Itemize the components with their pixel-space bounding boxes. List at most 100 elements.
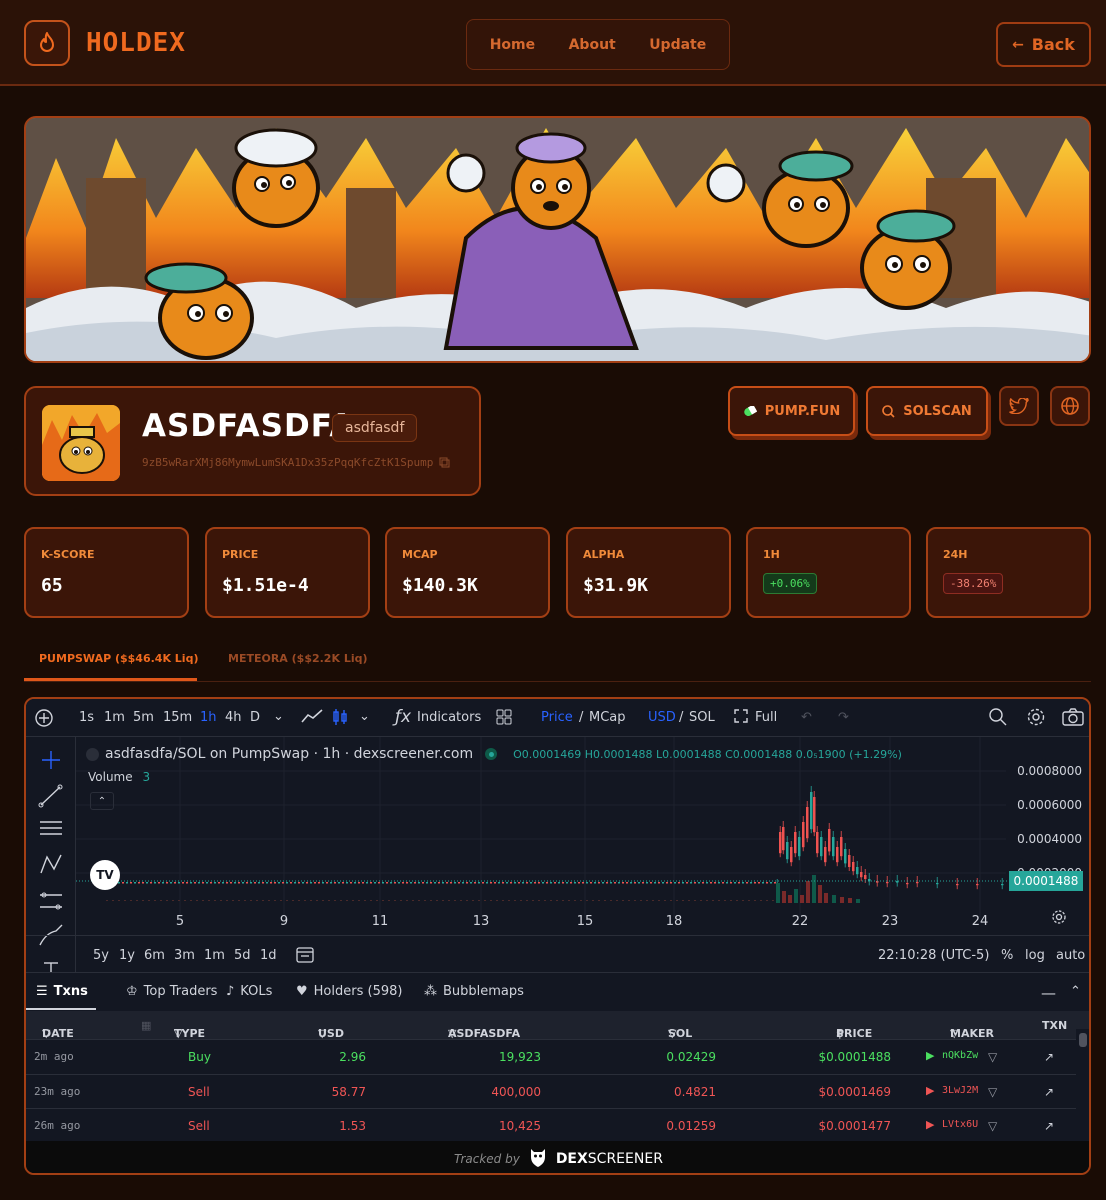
nav-about[interactable]: About: [569, 37, 616, 53]
nav-home[interactable]: Home: [490, 37, 535, 53]
minimize-icon[interactable]: —: [1041, 984, 1056, 1002]
date-range-icon[interactable]: [296, 945, 314, 967]
full-button[interactable]: Full: [755, 710, 777, 725]
range-5d[interactable]: 5d: [234, 948, 251, 963]
interval-1m[interactable]: 1m: [104, 710, 125, 725]
mcap-toggle[interactable]: MCap: [589, 710, 626, 725]
sol-toggle[interactable]: SOL: [689, 710, 715, 725]
range-1d[interactable]: 1d: [260, 948, 277, 963]
expand-up-icon[interactable]: ⌃: [1070, 984, 1081, 999]
twitter-button[interactable]: [999, 386, 1039, 426]
interval-4h[interactable]: 4h: [225, 710, 242, 725]
candle: [266, 882, 268, 884]
pattern-icon[interactable]: [40, 854, 62, 874]
layout-grid-icon[interactable]: [496, 709, 512, 729]
candle: [226, 882, 228, 884]
range-6m[interactable]: 6m: [144, 948, 165, 963]
candle: [530, 882, 532, 884]
log-toggle[interactable]: log: [1025, 948, 1045, 963]
cell-maker[interactable]: 3LwJ2M: [942, 1085, 978, 1096]
fullscreen-icon[interactable]: [734, 709, 748, 727]
interval-1s[interactable]: 1s: [79, 710, 94, 725]
indicators-icon[interactable]: ƒx: [395, 707, 411, 727]
chart-settings-icon[interactable]: [1051, 909, 1067, 929]
table-row[interactable]: 2m ago Buy 2.96 19,923 0.02429 $0.0001488 nQKb…: [26, 1039, 1076, 1073]
chevron-down-icon[interactable]: ⌄: [273, 709, 284, 724]
camera-icon[interactable]: [1062, 708, 1084, 730]
contract-address[interactable]: 9zB5wRarXMj86MymwLumSKA1Dx35zPqqKfcZtK1S…: [142, 456, 450, 469]
settings-gear-icon[interactable]: [1026, 707, 1046, 731]
candle: [542, 882, 544, 884]
tab-top-traders[interactable]: ♔ Top Traders: [126, 984, 217, 999]
price-toggle[interactable]: Price: [541, 710, 573, 725]
brand-name[interactable]: HOLDEX: [86, 28, 186, 58]
table-row[interactable]: 23m ago Sell 58.77 400,000 0.4821 $0.0001469 3…: [26, 1074, 1076, 1108]
tab-meteora[interactable]: METEORA ($$2.2K Liq): [228, 652, 368, 665]
dexscreener-footer[interactable]: Tracked by DEXSCREENER: [26, 1141, 1089, 1173]
redo-icon[interactable]: ↷: [838, 710, 849, 725]
trend-line-icon[interactable]: [38, 784, 63, 808]
calendar-icon[interactable]: ▦: [141, 1019, 151, 1032]
percent-toggle[interactable]: %: [1001, 948, 1013, 963]
add-symbol-icon[interactable]: [34, 708, 54, 732]
candle: [510, 882, 512, 884]
measure-icon[interactable]: [40, 892, 62, 910]
website-button[interactable]: [1050, 386, 1090, 426]
candle: [498, 882, 500, 884]
tab-holders[interactable]: ♥ Holders (598): [296, 984, 402, 999]
copy-icon[interactable]: [439, 457, 450, 468]
table-row[interactable]: 26m ago Sell 1.53 10,425 0.01259 $0.0001477 LV…: [26, 1108, 1076, 1142]
nav-update[interactable]: Update: [649, 37, 706, 53]
tab-txns[interactable]: ☰ Txns: [36, 984, 88, 999]
tab-kols[interactable]: ♪ KOLs: [226, 984, 272, 999]
usd-toggle[interactable]: USD: [648, 710, 676, 725]
volume-bar: [688, 900, 690, 901]
indicators-button[interactable]: Indicators: [417, 710, 481, 725]
tab-pumpswap[interactable]: PUMPSWAP ($$46.4K Liq): [39, 652, 198, 665]
collapse-legend-button[interactable]: ⌃: [90, 792, 114, 810]
filter-icon[interactable]: ▽: [988, 1085, 997, 1099]
candle: [130, 882, 132, 884]
auto-toggle[interactable]: auto: [1056, 948, 1085, 963]
volume-bar: [112, 900, 114, 901]
external-link-icon[interactable]: ↗: [1044, 1050, 1054, 1064]
table-scrollbar[interactable]: [1076, 1029, 1089, 1139]
filter-icon[interactable]: ▽: [988, 1050, 997, 1064]
solscan-button[interactable]: SOLSCAN: [866, 386, 988, 436]
pumpfun-button[interactable]: PUMP.FUN: [728, 386, 855, 436]
candlestick-icon[interactable]: [332, 708, 348, 730]
filter-icon[interactable]: ▽: [988, 1119, 997, 1133]
volume-bar: [754, 900, 756, 901]
range-1m[interactable]: 1m: [204, 948, 225, 963]
back-button[interactable]: ← Back: [996, 22, 1091, 67]
scrollbar-thumb[interactable]: [1079, 1033, 1087, 1047]
external-link-icon[interactable]: ↗: [1044, 1085, 1054, 1099]
volume-bar: [334, 900, 336, 901]
range-1y[interactable]: 1y: [119, 948, 135, 963]
range-5y[interactable]: 5y: [93, 948, 109, 963]
chevron-down-icon[interactable]: ⌄: [359, 709, 370, 724]
interval-5m[interactable]: 5m: [133, 710, 154, 725]
interval-15m[interactable]: 15m: [163, 710, 192, 725]
search-icon: [882, 404, 895, 418]
volume-bar: [782, 891, 786, 903]
volume-bar: [214, 900, 216, 901]
tradingview-logo-icon[interactable]: TV: [90, 860, 120, 890]
flame-logo-icon[interactable]: [24, 20, 70, 66]
candle: [686, 882, 688, 884]
table-tabs: ☰ Txns ♔ Top Traders ♪ KOLs ♥ Holders (598) …: [26, 972, 1089, 1010]
range-3m[interactable]: 3m: [174, 948, 195, 963]
external-link-icon[interactable]: ↗: [1044, 1119, 1054, 1133]
cell-maker[interactable]: nQKbZw: [942, 1050, 978, 1061]
line-chart-icon[interactable]: [301, 708, 323, 728]
cell-maker[interactable]: LVtx6U: [942, 1119, 978, 1130]
chart-legend: asdfasdfa/SOL on PumpSwap · 1h · dexscre…: [86, 746, 902, 762]
undo-icon[interactable]: ↶: [801, 710, 812, 725]
crosshair-icon[interactable]: [42, 751, 60, 769]
interval-1h[interactable]: 1h: [200, 710, 217, 725]
horizontal-lines-icon[interactable]: [40, 821, 62, 835]
tab-bubblemaps[interactable]: ⁂ Bubblemaps: [424, 984, 524, 999]
interval-d[interactable]: D: [250, 710, 260, 725]
token-ticker: asdfasdf: [332, 414, 418, 442]
quick-search-icon[interactable]: [988, 707, 1008, 731]
